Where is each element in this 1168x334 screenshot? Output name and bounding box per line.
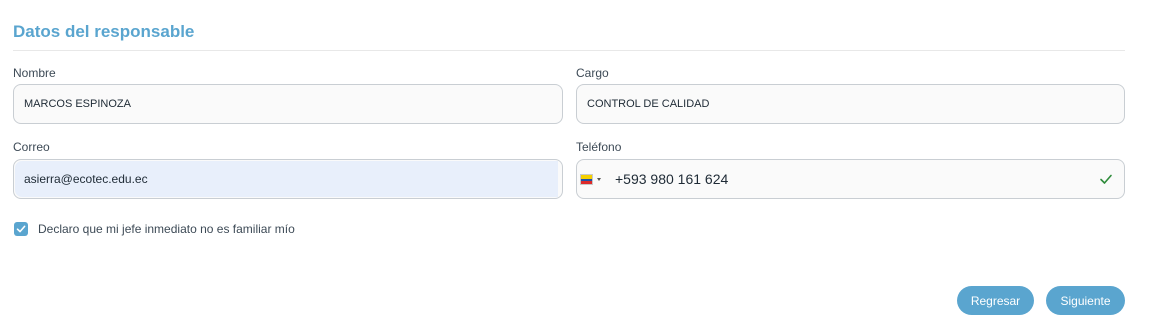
section-divider (13, 50, 1125, 51)
cargo-label: Cargo (576, 66, 609, 80)
nombre-field (13, 84, 563, 124)
checkmark-icon (16, 225, 26, 233)
telefono-field (576, 159, 1125, 199)
ecuador-flag-icon (580, 173, 593, 185)
nombre-input[interactable] (24, 85, 544, 123)
country-code-selector[interactable] (580, 171, 602, 187)
correo-input[interactable] (24, 160, 544, 198)
correo-field (13, 159, 563, 199)
telefono-label: Teléfono (576, 140, 622, 154)
chevron-down-icon (597, 177, 601, 181)
declaration-label: Declaro que mi jefe inmediato no es fami… (38, 222, 295, 236)
telefono-input[interactable] (615, 160, 1075, 198)
section-title: Datos del responsable (13, 22, 195, 41)
back-button[interactable]: Regresar (957, 286, 1034, 315)
cargo-input[interactable] (587, 85, 1107, 123)
correo-label: Correo (13, 140, 50, 154)
cargo-field (576, 84, 1125, 124)
nombre-label: Nombre (13, 66, 56, 80)
next-button[interactable]: Siguiente (1046, 286, 1125, 315)
valid-check-icon (1100, 174, 1112, 184)
declaration-checkbox[interactable] (14, 222, 28, 236)
